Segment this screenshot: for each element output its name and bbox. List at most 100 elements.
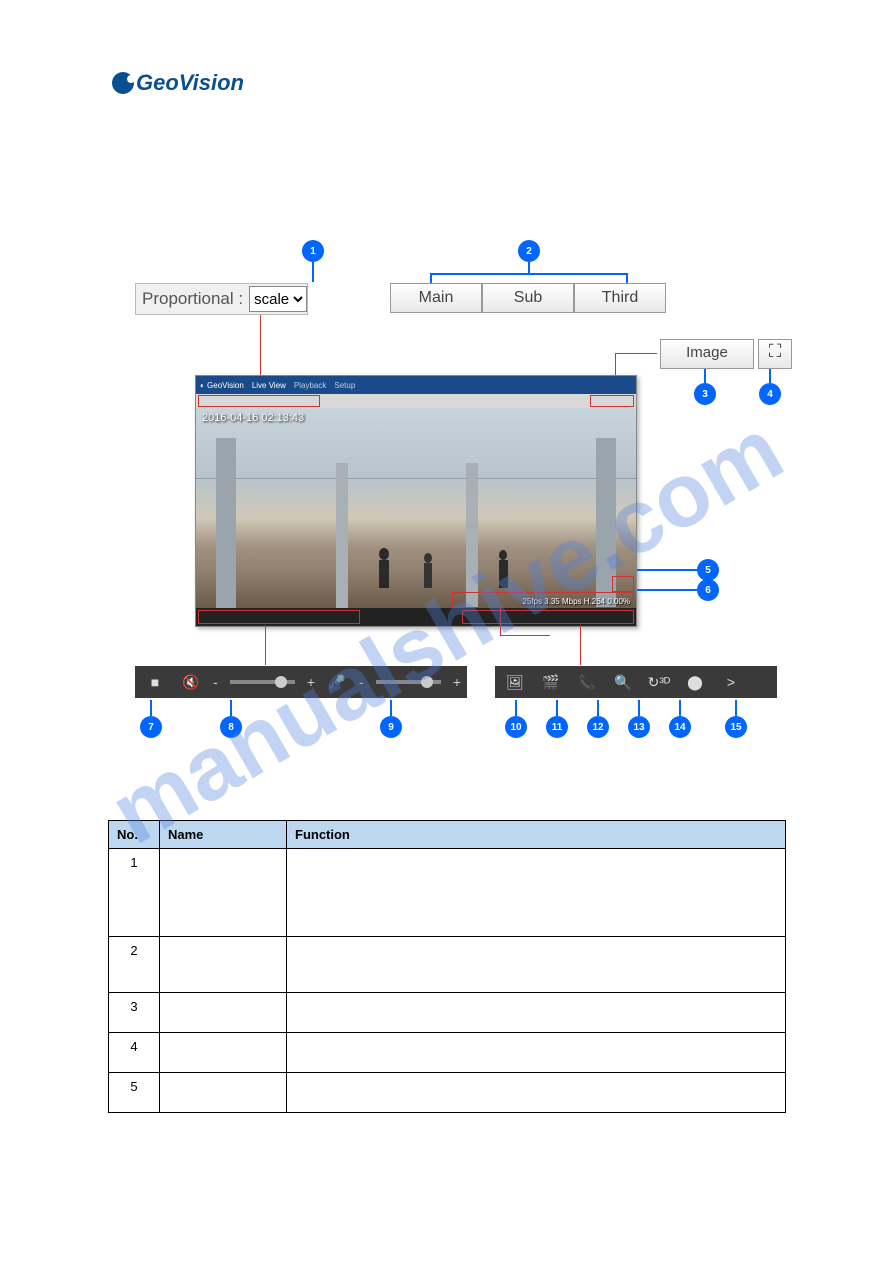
scale-select[interactable]: scale	[249, 286, 307, 312]
highlight-box	[198, 610, 360, 624]
table-row: 5	[109, 1073, 786, 1113]
callout-6: 6	[697, 579, 719, 601]
minus-icon: -	[359, 674, 364, 690]
callout-line	[312, 262, 314, 282]
callout-line	[638, 700, 640, 716]
zoom-button[interactable]: 🔍	[609, 670, 637, 694]
tab-main[interactable]: Main	[390, 283, 482, 313]
callout-5: 5	[697, 559, 719, 581]
cell-no: 2	[109, 937, 160, 993]
cell-func	[287, 849, 786, 937]
highlight-box	[590, 395, 634, 407]
scene-person	[496, 550, 511, 588]
cell-func	[287, 1033, 786, 1073]
callout-line	[679, 700, 681, 716]
video-feed: 2016-04-16 02:13:43 25fps 3.35 Mbps H.26…	[196, 408, 636, 608]
talk-button[interactable]: 📞	[573, 670, 601, 694]
cell-no: 3	[109, 993, 160, 1033]
callout-4: 4	[759, 383, 781, 405]
callout-line	[704, 369, 706, 383]
timestamp-overlay: 2016-04-16 02:13:43	[202, 412, 304, 424]
proportional-bar: Proportional : scale	[135, 283, 308, 315]
tab-third[interactable]: Third	[574, 283, 666, 313]
cell-func	[287, 1073, 786, 1113]
callout-line	[769, 369, 771, 383]
viewer-tab[interactable]: Live View	[252, 381, 286, 390]
callout-2: 2	[518, 240, 540, 262]
cell-name	[160, 1033, 287, 1073]
cell-no: 1	[109, 849, 160, 937]
mute-button[interactable]: 🔇	[177, 670, 205, 694]
highlight-box	[198, 395, 320, 407]
cell-name	[160, 1073, 287, 1113]
highlight-box	[612, 576, 634, 592]
mic-button[interactable]: 🎤	[323, 670, 351, 694]
callout-line	[150, 700, 152, 716]
col-no: No.	[109, 821, 160, 849]
callout-line	[430, 273, 628, 275]
callout-line	[230, 700, 232, 716]
more-button[interactable]: >	[717, 670, 745, 694]
live-view-window: ◐ GeoVision Live View Playback Setup 201…	[195, 375, 637, 627]
callout-13: 13	[628, 716, 650, 738]
playback-toolbar: ■ 🔇 - + 🎤 - +	[135, 666, 467, 698]
callout-3: 3	[694, 383, 716, 405]
scene-pillar	[216, 438, 236, 608]
scene-pillar	[336, 463, 348, 608]
scene-person	[376, 548, 392, 588]
callout-14: 14	[669, 716, 691, 738]
viewer-tab[interactable]: Setup	[334, 381, 355, 390]
leader-line	[500, 605, 501, 635]
col-name: Name	[160, 821, 287, 849]
brand-logo: GeoVision	[112, 70, 244, 96]
cell-name	[160, 937, 287, 993]
callout-line	[735, 700, 737, 716]
stream-tabs: Main Sub Third	[390, 283, 666, 313]
scene-pillar	[466, 463, 478, 608]
controls-table: No. Name Function 1 2 3 4 5	[108, 820, 786, 1113]
callout-line	[515, 700, 517, 716]
volume-slider[interactable]	[230, 680, 295, 684]
stop-button[interactable]: ■	[141, 670, 169, 694]
snapshot-button[interactable]: 🖼	[501, 670, 529, 694]
viewer-titlebar: ◐ GeoVision Live View Playback Setup	[196, 376, 636, 394]
callout-line	[626, 273, 628, 283]
leader-line	[265, 625, 266, 665]
highlight-box	[462, 610, 634, 624]
highlight-box	[452, 592, 634, 608]
viewer-toolbar	[196, 608, 636, 626]
leader-line	[500, 635, 550, 636]
callout-line	[597, 700, 599, 716]
cell-name	[160, 849, 287, 937]
viewer-tab[interactable]: Playback	[294, 381, 326, 390]
viewer-subbar	[196, 394, 636, 408]
callout-8: 8	[220, 716, 242, 738]
3d-button[interactable]: ↻³ᴰ	[645, 670, 673, 694]
mic-slider[interactable]	[376, 680, 441, 684]
tab-sub[interactable]: Sub	[482, 283, 574, 313]
callout-15: 15	[725, 716, 747, 738]
callout-line	[637, 569, 697, 571]
table-row: 4	[109, 1033, 786, 1073]
table-row: 1	[109, 849, 786, 937]
table-row: 3	[109, 993, 786, 1033]
scene-person	[421, 553, 435, 588]
annotated-diagram: 1 2 Proportional : scale Main Sub Third …	[100, 225, 800, 795]
ptz-button[interactable]: ⬤	[681, 670, 709, 694]
plus-icon: +	[307, 674, 315, 690]
callout-1: 1	[302, 240, 324, 262]
viewer-logo: ◐ GeoVision	[200, 381, 244, 390]
cell-no: 4	[109, 1033, 160, 1073]
leader-line	[580, 625, 581, 665]
logo-text: GeoVision	[136, 70, 244, 96]
image-button[interactable]: Image	[660, 339, 754, 369]
cell-func	[287, 937, 786, 993]
callout-line	[637, 589, 697, 591]
cell-name	[160, 993, 287, 1033]
callout-12: 12	[587, 716, 609, 738]
callout-10: 10	[505, 716, 527, 738]
col-func: Function	[287, 821, 786, 849]
callout-line	[430, 273, 432, 283]
record-button[interactable]: 🎬	[537, 670, 565, 694]
fullscreen-button[interactable]: ⛶	[758, 339, 792, 369]
